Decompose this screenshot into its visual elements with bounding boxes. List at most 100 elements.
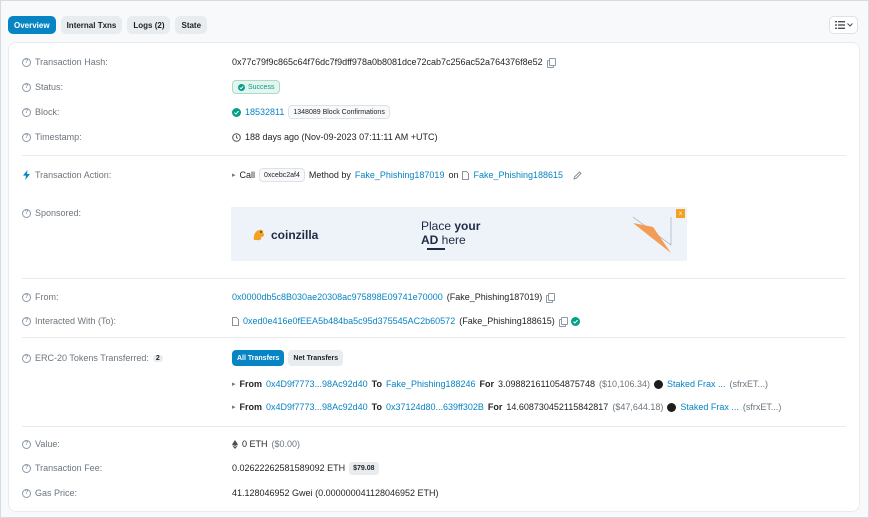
transfer-from-link[interactable]: 0x4D9f7773...98Ac92d40 [266, 379, 368, 389]
lightning-icon [23, 170, 30, 180]
timestamp-label: Timestamp: [35, 132, 82, 142]
transfer-to-link[interactable]: Fake_Phishing188246 [386, 379, 476, 389]
tab-net-transfers[interactable]: Net Transfers [288, 350, 344, 366]
from-name: (Fake_Phishing187019) [446, 292, 543, 302]
row-status: ? Status: Success [22, 80, 846, 94]
action-contract-link[interactable]: Fake_Phishing188615 [473, 170, 563, 180]
help-icon[interactable]: ? [22, 292, 31, 302]
row-timestamp: ? Timestamp: 188 days ago (Nov-09-2023 07… [22, 130, 846, 144]
transfer-token-link[interactable]: Staked Frax ... [680, 402, 739, 412]
help-icon[interactable]: ? [22, 208, 31, 218]
dragon-icon [253, 229, 265, 241]
method-id-badge: 0xcebc2af4 [259, 168, 305, 182]
transfer-for-label: For [487, 402, 503, 412]
tab-all-transfers[interactable]: All Transfers [232, 350, 285, 366]
row-tx-hash: ? Transaction Hash: 0x77c79f9c865c64f76dc… [22, 55, 846, 69]
token-logo-icon [654, 379, 663, 389]
value-eth: 0 ETH [242, 439, 268, 449]
page-frame: Overview Internal Txns Logs (2) State ? T… [0, 0, 869, 518]
help-icon[interactable]: ? [22, 82, 31, 92]
fee-value: 0.02622262581589092 ETH [232, 463, 346, 473]
ethereum-icon [232, 439, 238, 449]
verified-check-icon [570, 316, 580, 326]
confirmations-badge: 1348089 Block Confirmations [288, 105, 390, 119]
sponsored-ad-banner[interactable]: coinzilla Place your AD here x [231, 207, 687, 261]
transfer-to-label: To [371, 402, 382, 412]
ad-brand-name: coinzilla [271, 228, 319, 242]
token-logo-icon [667, 402, 677, 412]
transfer-token-symbol: (sfrxET...) [742, 402, 782, 412]
row-erc20: ? ERC-20 Tokens Transferred: 2 All Trans… [22, 350, 846, 366]
tab-overview[interactable]: Overview [8, 16, 56, 34]
help-icon[interactable]: ? [22, 107, 31, 117]
tab-state[interactable]: State [175, 16, 208, 34]
ad-close-icon[interactable]: x [676, 209, 685, 218]
ad-line2-b: here [438, 233, 466, 247]
row-gas: ? Gas Price: 41.128046952 Gwei (0.0000000… [22, 486, 846, 500]
help-icon[interactable]: ? [22, 463, 31, 473]
value-usd: ($0.00) [271, 439, 301, 449]
value-label: Value: [35, 439, 60, 449]
row-from: ? From: 0x0000db5c8B030ae20308ac975898E09… [22, 290, 846, 304]
more-options-button[interactable] [829, 16, 858, 34]
transfer-token-link[interactable]: Staked Frax ... [667, 379, 726, 389]
action-method-text: Method by [308, 170, 351, 180]
help-icon[interactable]: ? [22, 353, 31, 363]
transfer-row: ▸ From 0x4D9f7773...98Ac92d40 To Fake_Ph… [22, 377, 846, 391]
fee-label: Transaction Fee: [35, 463, 103, 473]
to-label: Interacted With (To): [35, 316, 117, 326]
copy-icon[interactable] [546, 293, 556, 303]
transfer-from-label: From [239, 379, 263, 389]
row-tx-action: Transaction Action: ▸ Call 0xcebc2af4 Me… [22, 168, 846, 182]
help-icon[interactable]: ? [22, 57, 31, 67]
from-label: From: [35, 292, 59, 302]
erc20-count-badge: 2 [152, 354, 163, 362]
tab-logs[interactable]: Logs (2) [127, 16, 171, 34]
block-number-link[interactable]: 18532811 [245, 107, 284, 117]
caret-right-icon: ▸ [232, 404, 236, 411]
transfer-amount: 14.608730452115842817 [506, 402, 609, 412]
caret-right-icon: ▸ [232, 381, 236, 388]
check-circle-icon [238, 83, 245, 91]
transfer-to-link[interactable]: 0x37124d80...639ff302B [386, 402, 484, 412]
ad-brand-logo: coinzilla [251, 227, 318, 243]
help-icon[interactable]: ? [22, 316, 31, 326]
divider [22, 278, 846, 279]
erc20-label: ERC-20 Tokens Transferred: [35, 353, 149, 363]
tab-internal-txns[interactable]: Internal Txns [60, 16, 123, 34]
transfer-row: ▸ From 0x4D9f7773...98Ac92d40 To 0x37124… [22, 400, 846, 414]
tab-bar: Overview Internal Txns Logs (2) State [8, 16, 208, 34]
ad-line1-b: your [454, 219, 481, 233]
copy-icon[interactable] [558, 317, 568, 327]
ad-text: Place your AD here [421, 219, 480, 247]
ad-line2-a: AD [421, 233, 439, 247]
help-icon[interactable]: ? [22, 439, 31, 449]
action-prefix: Call [239, 170, 256, 180]
help-icon[interactable]: ? [22, 488, 31, 498]
transfer-from-label: From [239, 402, 263, 412]
pencil-icon[interactable] [573, 170, 582, 180]
file-icon [232, 316, 239, 326]
divider [22, 337, 846, 338]
check-circle-icon [232, 107, 241, 117]
status-value: Success [248, 83, 275, 91]
list-icon [834, 21, 845, 29]
block-label: Block: [35, 107, 60, 117]
gas-label: Gas Price: [35, 488, 78, 498]
transfer-from-link[interactable]: 0x4D9f7773...98Ac92d40 [266, 402, 368, 412]
tx-hash-value: 0x77c79f9c865c64f76dc7f9dff978a0b8081dce… [232, 57, 543, 67]
from-address-link[interactable]: 0x0000db5c8B030ae20308ac975898E09741e700… [232, 292, 443, 302]
to-address-link[interactable]: 0xed0e416e0fEEA5b484ba5c95d375545AC2b605… [243, 316, 455, 326]
transaction-details-card: ? Transaction Hash: 0x77c79f9c865c64f76dc… [8, 42, 860, 512]
row-to: ? Interacted With (To): 0xed0e416e0fEEA5b… [22, 314, 846, 328]
action-on-text: on [448, 170, 459, 180]
help-icon[interactable]: ? [22, 132, 31, 142]
transfer-for-label: For [479, 379, 495, 389]
copy-icon[interactable] [546, 58, 556, 68]
tx-action-label: Transaction Action: [35, 170, 112, 180]
caret-right-icon: ▸ [232, 172, 236, 179]
action-by-link[interactable]: Fake_Phishing187019 [355, 170, 445, 180]
row-fee: ? Transaction Fee: 0.02622262581589092 ET… [22, 461, 846, 475]
transfer-to-label: To [371, 379, 382, 389]
ad-underline [427, 248, 445, 250]
